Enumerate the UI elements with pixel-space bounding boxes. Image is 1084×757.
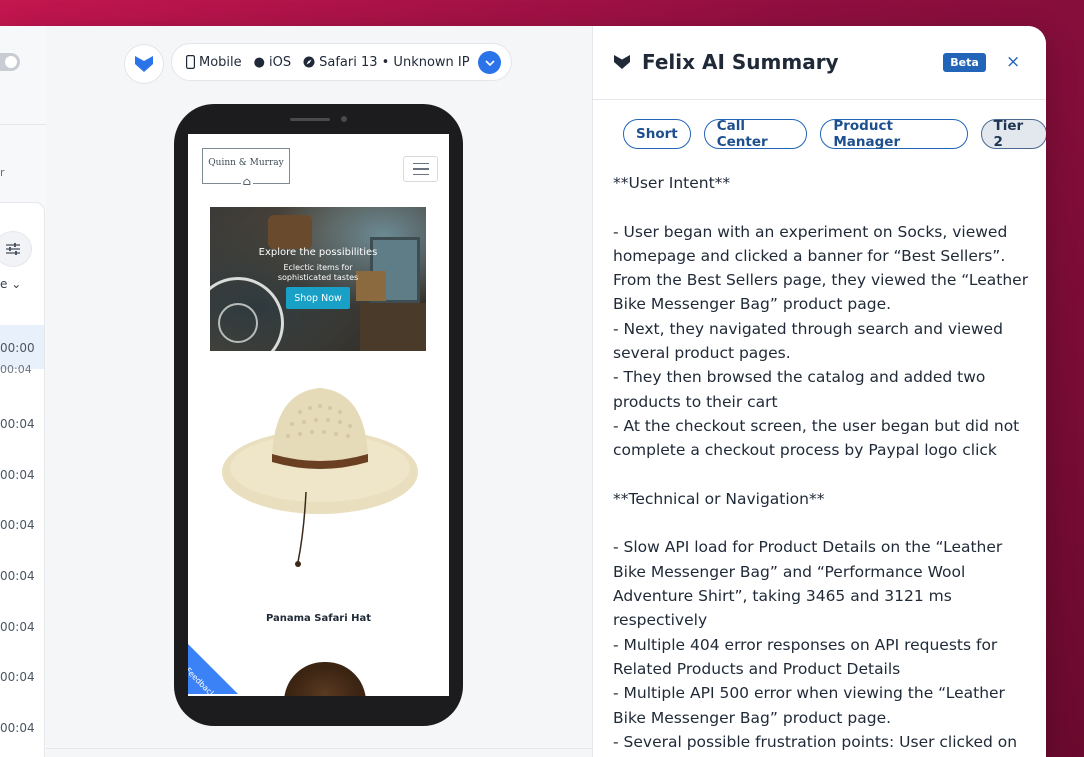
event-time: 00:04: [0, 468, 35, 482]
summary-line: - Multiple API 500 error when viewing th…: [613, 684, 1005, 727]
event-time: 00:00: [0, 341, 35, 355]
hat-product-image[interactable]: [220, 372, 420, 592]
summary-mode-tabs: Short Call Center Product Manager Tier 2: [623, 118, 1046, 150]
phone-frame: Quinn & Murray ⌂ Explore the possibiliti…: [174, 104, 463, 726]
event-row[interactable]: 00:04: [0, 670, 44, 684]
summary-heading: **User Intent**: [613, 174, 731, 192]
event-row[interactable]: 00:04: [0, 620, 44, 634]
event-row[interactable]: 00:04: [0, 468, 44, 482]
event-row[interactable]: 00:04: [0, 569, 44, 583]
bag-icon: ⌂: [241, 175, 253, 189]
event-time: 00:04: [0, 620, 35, 634]
phone-speaker: [290, 118, 330, 121]
replay-area: Mobile ● iOS Safari 13 • Unknown IP Quinn…: [46, 26, 592, 757]
summary-line: - Multiple 404 error responses on API re…: [613, 635, 998, 678]
summary-line: - They then browsed the catalog and adde…: [613, 368, 986, 411]
session-list-sidebar: r e ⌄ 00:00 00:04 00:04 00:04 00:04 00:04…: [0, 26, 47, 757]
feedback-tab[interactable]: Feedback: [188, 644, 248, 696]
sort-dropdown[interactable]: e ⌄: [0, 277, 21, 291]
divider: [0, 124, 46, 125]
summary-line: - At the checkout screen, the user began…: [613, 416, 1020, 460]
summary-text: **User Intent** - User began with an exp…: [613, 171, 1031, 754]
shop-now-button[interactable]: Shop Now: [286, 287, 350, 309]
device-info-pill: Mobile ● iOS Safari 13 • Unknown IP: [171, 43, 512, 81]
fullstory-logo-icon: [135, 56, 153, 72]
chip-tier-2[interactable]: Tier 2: [980, 118, 1046, 150]
ai-summary-panel: Felix AI Summary Beta × Short Call Cente…: [592, 26, 1046, 757]
filter-sliders-icon[interactable]: [0, 231, 32, 267]
summary-line: - Slow API load for Product Details on t…: [613, 538, 1003, 630]
sort-label: e: [0, 277, 8, 291]
event-time-secondary: 00:04: [0, 363, 32, 376]
bottom-divider: [46, 748, 592, 757]
apple-icon: ●: [253, 54, 265, 70]
close-icon[interactable]: ×: [1006, 52, 1020, 72]
toggle-switch[interactable]: [0, 53, 20, 71]
banner-subtitle: Eclectic items for sophisticated tastes: [277, 263, 359, 282]
beta-badge: Beta: [943, 53, 986, 72]
compass-icon: [303, 56, 315, 68]
event-row[interactable]: 00:00 00:04: [0, 325, 44, 376]
event-time: 00:04: [0, 518, 35, 532]
product-name[interactable]: Panama Safari Hat: [188, 613, 449, 624]
summary-line: - Several possible frustration points: U…: [613, 732, 1018, 751]
chip-call-center[interactable]: Call Center: [703, 118, 808, 150]
chevron-down-icon[interactable]: [478, 51, 501, 74]
event-time: 00:04: [0, 417, 35, 431]
summary-line: - User began with an experiment on Socks…: [613, 222, 1029, 314]
chip-short[interactable]: Short: [623, 119, 691, 149]
os-label: iOS: [269, 54, 292, 70]
event-row[interactable]: 00:04: [0, 721, 44, 735]
phone-screen: Quinn & Murray ⌂ Explore the possibiliti…: [188, 134, 449, 696]
event-row[interactable]: 00:04: [0, 518, 44, 532]
store-logo[interactable]: Quinn & Murray ⌂: [202, 148, 290, 189]
panel-title: Felix AI Summary: [642, 50, 839, 74]
store-logo-text: Quinn & Murray: [208, 158, 284, 168]
chevron-down-icon: ⌄: [11, 277, 22, 291]
app-logo[interactable]: [124, 44, 164, 84]
event-time: 00:04: [0, 721, 35, 735]
truncated-label: r: [0, 166, 5, 179]
event-time: 00:04: [0, 569, 35, 583]
event-time: 00:04: [0, 670, 35, 684]
event-row[interactable]: 00:04: [0, 417, 44, 431]
device-label: Mobile: [199, 54, 242, 70]
mobile-phone-icon: [186, 55, 195, 69]
hero-banner[interactable]: Explore the possibilities Eclectic items…: [210, 207, 426, 351]
phone-camera: [341, 116, 347, 122]
panel-header: Felix AI Summary Beta ×: [593, 26, 1046, 100]
browser-label: Safari 13 • Unknown IP: [319, 54, 470, 70]
summary-line: - Next, they navigated through search an…: [613, 319, 1003, 363]
summary-heading: **Technical or Navigation**: [613, 489, 825, 508]
event-list-card: e ⌄ 00:00 00:04 00:04 00:04 00:04 00:04 0…: [0, 202, 45, 757]
fullstory-logo-icon: [614, 55, 630, 69]
belt-product-image[interactable]: [284, 662, 366, 696]
banner-title: Explore the possibilities: [258, 247, 378, 258]
app-window: r e ⌄ 00:00 00:04 00:04 00:04 00:04 00:04…: [0, 26, 1046, 757]
chip-product-manager[interactable]: Product Manager: [820, 118, 968, 150]
menu-icon[interactable]: [403, 156, 438, 182]
